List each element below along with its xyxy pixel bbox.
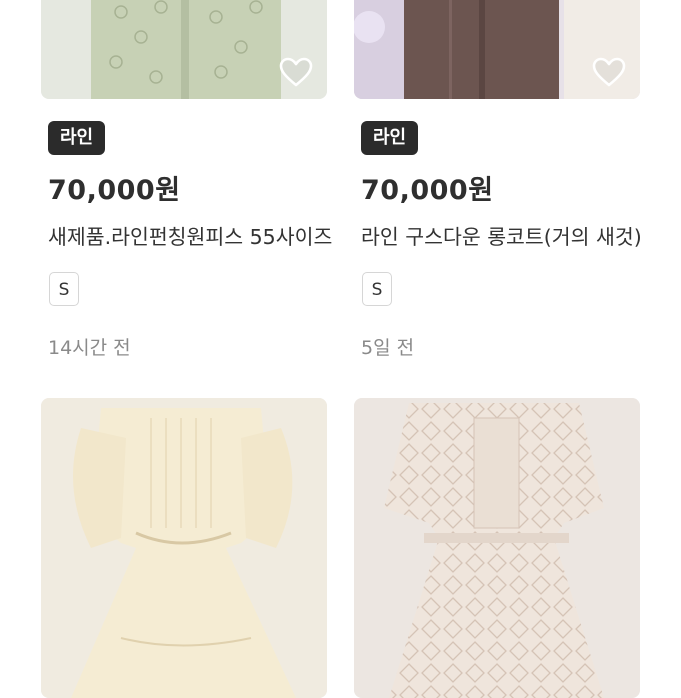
- product-title[interactable]: 새제품.라인펀칭원피스 55사이즈: [48, 220, 333, 250]
- posted-time: 14시간 전: [48, 337, 131, 359]
- product-photo[interactable]: [354, 398, 640, 698]
- product-photo-image: [41, 398, 327, 698]
- product-photo[interactable]: [41, 0, 327, 99]
- product-title[interactable]: 라인 구스다운 롱코트(거의 새것): [361, 220, 646, 250]
- size-tag: S: [49, 272, 79, 306]
- posted-time: 5일 전: [361, 337, 415, 359]
- brand-badge: 라인: [48, 121, 106, 155]
- product-photo[interactable]: [41, 398, 327, 698]
- size-tag: S: [362, 272, 392, 306]
- product-photo-image: [354, 398, 640, 698]
- favorite-heart-icon[interactable]: [592, 57, 626, 87]
- brand-badge: 라인: [361, 121, 419, 155]
- price: 70,000원: [361, 175, 494, 206]
- product-photo[interactable]: [354, 0, 640, 99]
- price: 70,000원: [48, 175, 181, 206]
- favorite-heart-icon[interactable]: [279, 57, 313, 87]
